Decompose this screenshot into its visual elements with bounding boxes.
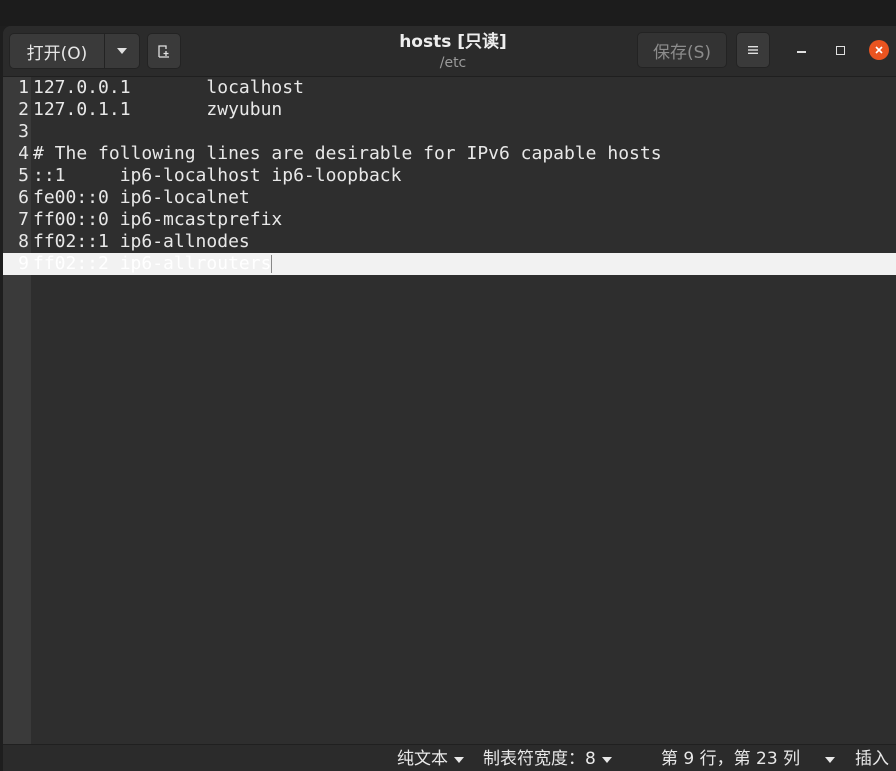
minimize-button[interactable]: [789, 38, 813, 62]
cursor-position-menu[interactable]: [819, 745, 835, 771]
close-button-circle: [869, 40, 889, 60]
line-text[interactable]: ff00::0 ip6-mcastprefix: [33, 209, 282, 231]
chevron-down-icon: [117, 48, 127, 54]
maximize-button[interactable]: [828, 38, 852, 62]
editor-line[interactable]: 2 127.0.1.1 zwyubun: [3, 99, 896, 121]
line-number: 2: [18, 99, 29, 120]
line-text[interactable]: 127.0.1.1 zwyubun: [33, 99, 282, 121]
chevron-down-icon: [825, 757, 835, 763]
chevron-down-icon: [601, 757, 612, 763]
minimize-icon: [796, 51, 806, 53]
language-selector[interactable]: 纯文本: [397, 745, 464, 771]
line-number: 7: [18, 209, 29, 230]
title-area: hosts [只读] /etc: [303, 30, 603, 72]
hamburger-icon: [748, 46, 758, 54]
editor-line[interactable]: 6 fe00::0 ip6-localnet: [3, 187, 896, 209]
insert-mode[interactable]: 插入: [855, 745, 889, 771]
insert-mode-label: 插入: [855, 748, 889, 769]
tab-width-label: 制表符宽度：8: [483, 748, 596, 769]
text-cursor: [271, 255, 273, 273]
close-icon: [875, 46, 883, 54]
save-button[interactable]: 保存(S): [637, 32, 727, 68]
line-number: 3: [18, 121, 29, 142]
editor-line[interactable]: 7 ff00::0 ip6-mcastprefix: [3, 209, 896, 231]
language-label: 纯文本: [397, 748, 448, 769]
editor-lines: 1 127.0.0.1 localhost 2 127.0.1.1 zwyubu…: [3, 77, 896, 275]
maximize-icon: [835, 45, 845, 55]
editor-line[interactable]: 4 # The following lines are desirable fo…: [3, 143, 896, 165]
line-text[interactable]: 127.0.0.1 localhost: [33, 77, 304, 99]
line-text[interactable]: ff02::1 ip6-allnodes: [33, 231, 250, 253]
open-button-group: 打开(O): [9, 33, 140, 69]
close-button[interactable]: [867, 38, 891, 62]
new-document-icon: [158, 45, 169, 58]
line-text-content: ff02::2 ip6-allrouters: [33, 253, 272, 274]
text-editor[interactable]: 1 127.0.0.1 localhost 2 127.0.1.1 zwyubu…: [3, 77, 896, 744]
editor-line[interactable]: 3: [3, 121, 896, 143]
line-number: 9: [18, 253, 29, 274]
line-number: 8: [18, 231, 29, 252]
desktop-top-strip: [0, 0, 896, 26]
chevron-down-icon: [454, 757, 464, 763]
editor-line[interactable]: 1 127.0.0.1 localhost: [3, 77, 896, 99]
window-title: hosts [只读]: [399, 32, 507, 52]
line-number: 6: [18, 187, 29, 208]
status-bar: 纯文本 制表符宽度：8 第 9 行，第 23 列 插入: [3, 744, 896, 771]
line-number: 1: [18, 77, 29, 98]
line-text[interactable]: ff02::2 ip6-allrouters: [33, 253, 273, 275]
line-text[interactable]: fe00::0 ip6-localnet: [33, 187, 250, 209]
new-tab-button[interactable]: [147, 33, 181, 69]
line-text[interactable]: # The following lines are desirable for …: [33, 143, 662, 165]
editor-line[interactable]: 5 ::1 ip6-localhost ip6-loopback: [3, 165, 896, 187]
editor-line[interactable]: 8 ff02::1 ip6-allnodes: [3, 231, 896, 253]
gedit-window: 打开(O) hosts [只读] /etc 保存(S) 1 127.0.0.1 …: [3, 26, 896, 771]
open-menu-button[interactable]: [104, 33, 140, 69]
header-bar: 打开(O) hosts [只读] /etc 保存(S): [3, 26, 896, 77]
window-subtitle: /etc: [439, 55, 467, 71]
editor-line-current[interactable]: 9 ff02::2 ip6-allrouters: [3, 253, 896, 275]
tab-width-selector[interactable]: 制表符宽度：8: [483, 745, 612, 771]
open-button[interactable]: 打开(O): [9, 33, 105, 69]
menu-button[interactable]: [736, 32, 770, 68]
line-text[interactable]: ::1 ip6-localhost ip6-loopback: [33, 165, 401, 187]
cursor-position[interactable]: 第 9 行，第 23 列: [661, 745, 800, 771]
line-number: 4: [18, 143, 29, 164]
line-number: 5: [18, 165, 29, 186]
cursor-position-label: 第 9 行，第 23 列: [661, 748, 801, 769]
